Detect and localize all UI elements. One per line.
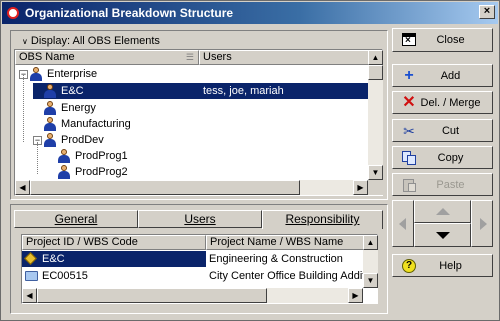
scroll-down-icon[interactable]: ▼ xyxy=(368,165,383,180)
tree-row-enterprise[interactable]: − Enterprise xyxy=(15,66,369,82)
tree-row-ec[interactable]: E&C tess, joe, mariah xyxy=(33,83,369,99)
responsibility-grid: Project ID / WBS Code Project Name / WBS… xyxy=(21,234,378,304)
arrow-down-icon xyxy=(436,232,450,239)
window-title: Organizational Breakdown Structure xyxy=(25,6,234,20)
tree-row-proddev[interactable]: − ProdDev xyxy=(15,132,369,148)
resp-row-name: City Center Office Building Addition xyxy=(209,270,364,282)
scroll-thumb[interactable] xyxy=(368,65,383,80)
column-header-obs-name[interactable]: OBS Name ☰ xyxy=(15,50,199,65)
tab-responsibility[interactable]: Responsibility xyxy=(262,210,383,229)
tree-row-label: Manufacturing xyxy=(61,118,131,130)
tree-row-label: ProdProg1 xyxy=(75,150,128,162)
help-button[interactable]: ? Help xyxy=(392,254,493,277)
obs-person-icon xyxy=(57,165,71,179)
tree-row-prodprog2[interactable]: ProdProg2 xyxy=(15,164,369,180)
column-header-project-id[interactable]: Project ID / WBS Code xyxy=(22,235,206,250)
delete-icon: ✕ xyxy=(402,93,416,111)
chevron-down-icon: ∨ xyxy=(22,37,28,46)
scroll-down-icon[interactable]: ▼ xyxy=(363,273,378,288)
help-icon: ? xyxy=(401,258,417,274)
obs-person-icon xyxy=(29,67,43,81)
tree-row-users: tess, joe, mariah xyxy=(203,85,284,97)
tree-connector xyxy=(23,75,24,142)
arrow-right-icon xyxy=(480,218,487,230)
column-header-project-name[interactable]: Project Name / WBS Name xyxy=(206,235,364,250)
close-window-icon: × xyxy=(401,32,417,48)
arrow-up-icon xyxy=(436,208,450,215)
tree-row-prodprog1[interactable]: ProdProg1 xyxy=(15,148,369,164)
resp-row-id: E&C xyxy=(42,253,65,265)
move-left-button[interactable] xyxy=(392,200,414,247)
add-icon: + xyxy=(404,66,414,84)
tree-row-label: E&C xyxy=(61,85,84,97)
obs-tree: OBS Name ☰ Users − Enterprise E&C tess, … xyxy=(14,49,383,196)
tab-general[interactable]: General xyxy=(14,210,138,228)
delete-merge-button[interactable]: ✕ Del. / Merge xyxy=(392,91,493,114)
tree-row-label: Energy xyxy=(61,102,96,114)
tree-row-manufacturing[interactable]: Manufacturing xyxy=(15,116,369,132)
scroll-corner xyxy=(368,180,383,195)
tree-horizontal-scrollbar[interactable]: ◀ ▶ xyxy=(15,180,368,195)
obs-dialog: Organizational Breakdown Structure × ∨ D… xyxy=(0,0,500,321)
move-arrows xyxy=(392,200,493,247)
column-menu-icon: ☰ xyxy=(185,52,194,62)
obs-person-icon xyxy=(57,149,71,163)
scroll-thumb[interactable] xyxy=(37,288,267,303)
move-up-button[interactable] xyxy=(414,200,471,223)
tree-vertical-scrollbar[interactable]: ▲ ▼ xyxy=(368,50,383,180)
scroll-left-icon[interactable]: ◀ xyxy=(22,288,37,303)
scroll-right-icon[interactable]: ▶ xyxy=(353,180,368,195)
obs-person-icon xyxy=(43,84,57,98)
resp-row-ec00515[interactable]: EC00515 City Center Office Building Addi… xyxy=(22,268,364,284)
add-button[interactable]: + Add xyxy=(392,64,493,87)
move-right-button[interactable] xyxy=(471,200,493,247)
resp-row-ec[interactable]: E&C Engineering & Construction xyxy=(22,251,364,267)
obs-person-icon xyxy=(43,101,57,115)
obs-person-icon xyxy=(43,117,57,131)
grid-vertical-scrollbar[interactable]: ▲ ▼ xyxy=(363,235,378,288)
paste-icon xyxy=(401,177,417,193)
display-filter[interactable]: ∨ Display: All OBS Elements xyxy=(14,34,383,49)
resp-row-name: Engineering & Construction xyxy=(209,253,343,265)
resp-row-id: EC00515 xyxy=(42,270,88,282)
tree-connector xyxy=(37,142,38,174)
scroll-left-icon[interactable]: ◀ xyxy=(15,180,30,195)
grid-horizontal-scrollbar[interactable]: ◀ ▶ xyxy=(22,288,363,303)
scroll-up-icon[interactable]: ▲ xyxy=(363,235,378,250)
scroll-right-icon[interactable]: ▶ xyxy=(348,288,363,303)
scroll-thumb[interactable] xyxy=(30,180,300,195)
obs-person-icon xyxy=(43,133,57,147)
app-icon xyxy=(7,7,19,19)
move-down-button[interactable] xyxy=(414,223,471,247)
paste-button[interactable]: Paste xyxy=(392,173,493,196)
tree-row-label: ProdProg2 xyxy=(75,166,128,178)
display-filter-label: Display: All OBS Elements xyxy=(30,35,160,47)
folder-icon xyxy=(25,271,38,281)
copy-icon xyxy=(401,150,417,166)
scroll-up-icon[interactable]: ▲ xyxy=(368,50,383,65)
tree-row-label: Enterprise xyxy=(47,68,98,80)
copy-button[interactable]: Copy xyxy=(392,146,493,169)
window-close-icon[interactable]: × xyxy=(479,5,495,19)
scissors-icon: ✂ xyxy=(403,122,415,139)
title-bar[interactable]: Organizational Breakdown Structure × xyxy=(2,2,498,24)
tree-row-label: ProdDev xyxy=(61,134,104,146)
column-header-users[interactable]: Users xyxy=(199,50,369,65)
cut-button[interactable]: ✂ Cut xyxy=(392,119,493,142)
close-button[interactable]: × Close xyxy=(392,28,493,52)
tree-row-energy[interactable]: Energy xyxy=(15,100,369,116)
arrow-left-icon xyxy=(399,218,406,230)
tab-users[interactable]: Users xyxy=(138,210,262,228)
